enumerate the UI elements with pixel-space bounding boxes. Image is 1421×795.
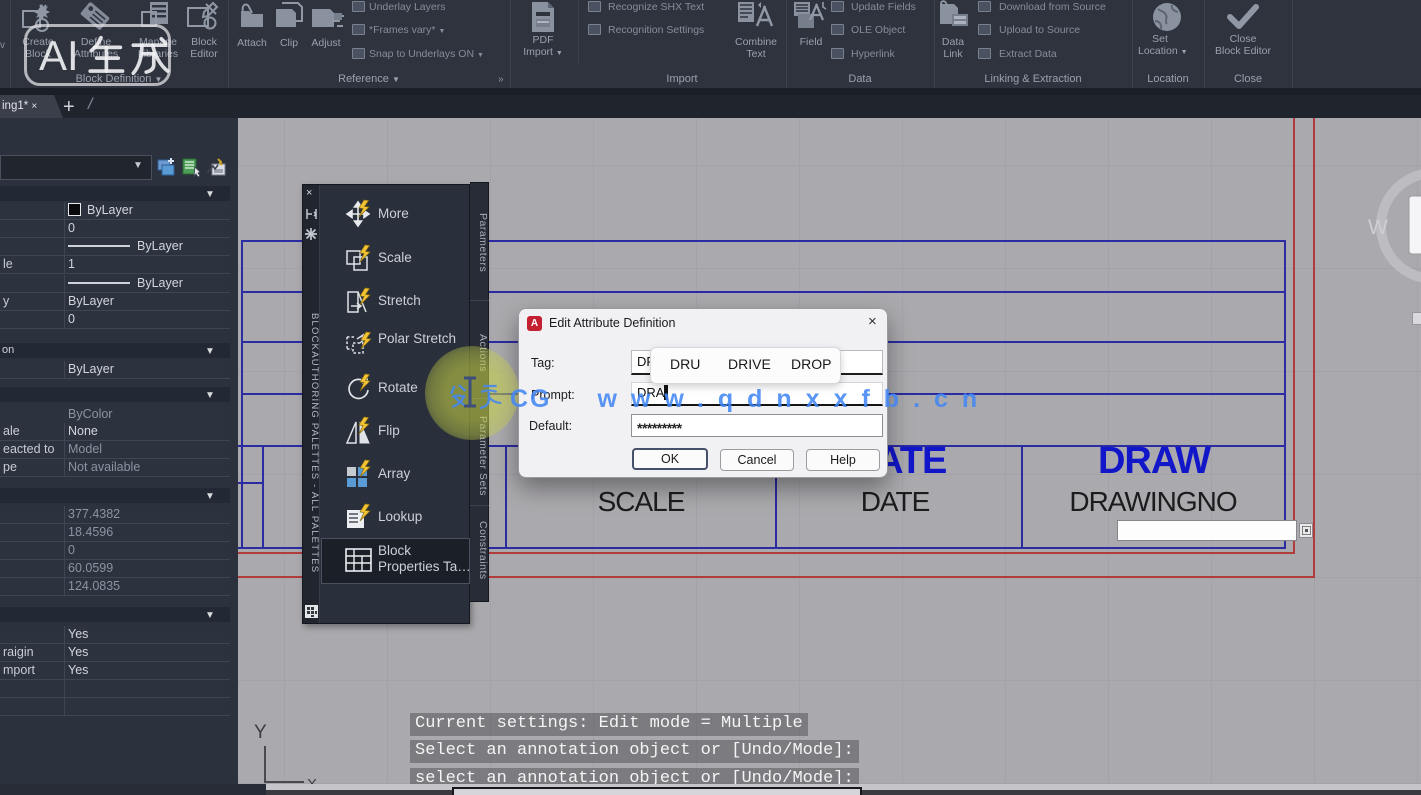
svg-text:W: W xyxy=(1368,216,1388,239)
